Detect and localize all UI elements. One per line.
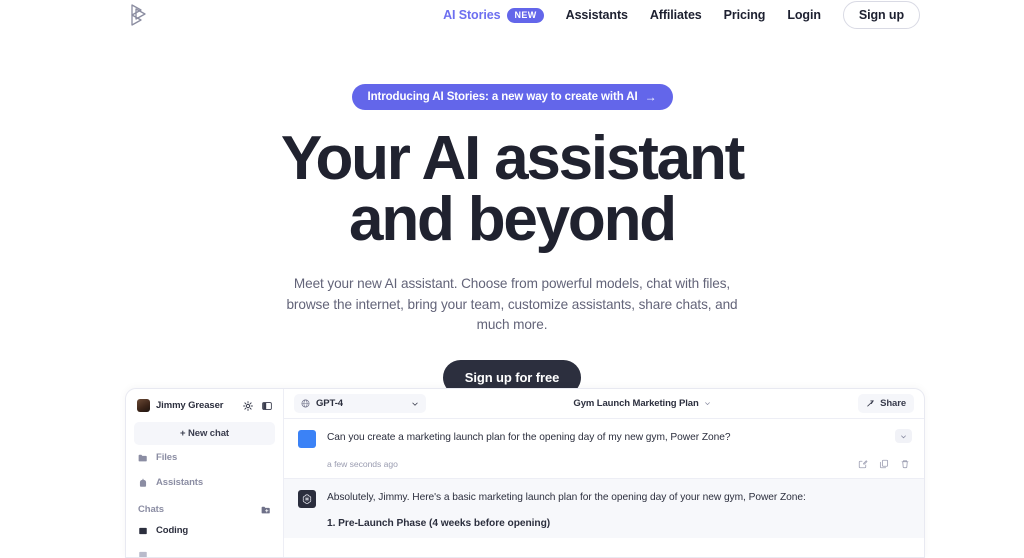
share-icon [867,400,874,407]
robot-icon [139,478,147,487]
announcement-text: Introducing AI Stories: a new way to cre… [367,91,638,103]
edit-icon[interactable] [858,459,868,469]
announcement-pill[interactable]: Introducing AI Stories: a new way to cre… [351,84,673,110]
sidebar-chat-next-partial[interactable] [134,543,275,557]
panel-toggle-icon[interactable] [262,401,272,411]
sidebar-section-label: Chats [138,504,164,515]
nav-link-login[interactable]: Login [787,8,821,22]
globe-icon [301,399,310,408]
share-button[interactable]: Share [858,394,914,413]
sidebar-item-files[interactable]: Files [134,445,275,470]
sidebar-chat-coding[interactable]: Coding [134,518,275,543]
message-text: Can you create a marketing launch plan f… [327,432,731,443]
hero-section: Introducing AI Stories: a new way to cre… [0,30,1024,427]
new-chat-button[interactable]: + New chat [134,422,275,445]
message-timestamp: a few seconds ago [327,459,398,469]
hero-subtitle: Meet your new AI assistant. Choose from … [286,276,738,332]
model-selector[interactable]: GPT-4 [294,394,426,413]
sidebar-item-assistants[interactable]: Assistants [134,470,275,495]
app-sidebar: Jimmy Greaser + New chat Files Assistant… [126,389,284,557]
chevron-down-icon [704,402,710,405]
copy-icon[interactable] [879,459,889,469]
model-name: GPT-4 [316,398,343,409]
chat-title: Gym Launch Marketing Plan [573,398,699,409]
app-preview-window: Jimmy Greaser + New chat Files Assistant… [125,388,925,558]
sidebar-user-row[interactable]: Jimmy Greaser [134,398,275,412]
headline-line-1: Your AI assistant [280,124,745,193]
brand-logo[interactable] [128,3,150,27]
play-stack-logo-icon [131,4,146,26]
trash-icon[interactable] [900,459,910,469]
avatar [137,399,150,412]
nav-link-assistants[interactable]: Assistants [566,8,628,22]
chevron-down-icon [901,434,906,438]
message-text: Absolutely, Jimmy. Here's a basic market… [327,492,806,503]
sidebar-user-name: Jimmy Greaser [156,400,224,411]
openai-logo-icon [302,494,312,504]
new-badge: NEW [507,7,544,23]
collapse-message-button[interactable] [895,429,912,443]
gear-icon[interactable] [243,400,253,411]
sidebar-section-chats: Chats [134,495,275,518]
avatar [298,490,316,508]
share-label: Share [880,398,906,409]
square-icon [139,551,147,557]
chat-header: GPT-4 Gym Launch Marketing Plan Share [284,389,924,419]
nav-item-ai-stories[interactable]: AI Stories NEW [443,7,544,23]
message-actions [858,459,910,469]
nav-link-affiliates[interactable]: Affiliates [650,8,702,22]
signup-button[interactable]: Sign up [842,1,920,29]
sidebar-user-actions [243,400,272,411]
avatar [298,430,316,448]
sidebar-chat-label: Coding [156,525,189,536]
message-user: Can you create a marketing launch plan f… [284,419,924,478]
message-list: Can you create a marketing launch plan f… [284,419,924,557]
message-heading: 1. Pre-Launch Phase (4 weeks before open… [327,518,551,529]
nav-links: AI Stories NEW Assistants Affiliates Pri… [443,1,920,29]
arrow-right-icon: → [644,90,657,104]
sidebar-item-label: Assistants [156,477,204,488]
chat-title-dropdown[interactable]: Gym Launch Marketing Plan [434,398,850,409]
sidebar-item-label: Files [156,452,178,463]
square-icon [139,527,147,534]
nav-link-pricing[interactable]: Pricing [724,8,766,22]
headline-line-2: and beyond [349,185,677,254]
top-navigation: AI Stories NEW Assistants Affiliates Pri… [0,0,1024,30]
chevron-down-icon [412,402,418,406]
app-main-panel: GPT-4 Gym Launch Marketing Plan Share Ca… [284,389,924,557]
nav-link-ai-stories[interactable]: AI Stories [443,8,500,22]
message-assistant: Absolutely, Jimmy. Here's a basic market… [284,478,924,538]
folder-icon [138,454,147,461]
page-title: Your AI assistant and beyond [0,128,1024,254]
folder-plus-icon[interactable] [261,505,271,515]
